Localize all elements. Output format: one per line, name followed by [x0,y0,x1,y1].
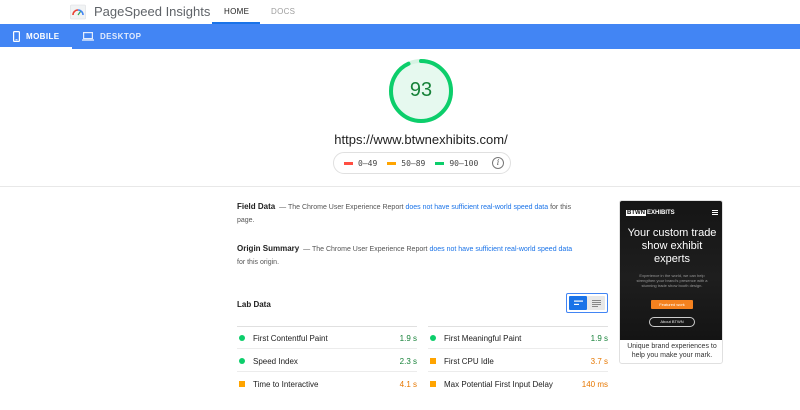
device-tab-bar: MOBILE DESKTOP [0,24,800,49]
top-header: PageSpeed Insights HOME DOCS [0,0,800,24]
legend-fail: 0–49 [344,159,377,168]
origin-summary-text-end: for this origin. [237,259,280,266]
phone-screenshot: BTWN EXHIBITS Your custom trade show exhi… [620,201,722,340]
pass-indicator-icon [239,335,245,341]
tab-desktop[interactable]: DESKTOP [82,24,141,49]
detail-view-button[interactable] [587,296,605,310]
average-indicator-icon [239,381,245,387]
preview-hero-heading: Your custom trade show exhibit experts [627,227,717,265]
summary-view-icon [573,300,583,305]
preview-about-button: About BTWN [649,317,695,327]
metric-row-divider [428,371,608,372]
average-indicator-icon [430,358,436,364]
lab-data-title: Lab Data [237,300,271,309]
field-data-title: Field Data [237,202,276,211]
detail-view-icon [591,299,601,307]
nav-tab-docs[interactable]: DOCS [271,7,295,16]
legend-pass-label: 90–100 [449,158,479,168]
page-screenshot-preview: BTWN EXHIBITS Your custom trade show exhi… [619,200,723,364]
metric-value: 1.9 s [399,333,417,343]
metric-value: 4.1 s [399,379,417,389]
metric-time-to-interactive: Time to Interactive 4.1 s [239,377,417,391]
metric-first-cpu-idle: First CPU Idle 3.7 s [430,354,608,368]
pagespeed-logo-icon[interactable] [70,4,86,20]
pass-indicator-icon [430,335,436,341]
legend-average-swatch [387,161,397,165]
metric-row-divider [237,348,417,349]
legend-fail-swatch [344,161,353,165]
preview-caption: Unique brand experiences to help you mak… [627,343,717,359]
tab-desktop-label: DESKTOP [100,32,142,41]
nav-tab-home[interactable]: HOME [224,7,249,16]
laptop-icon [82,32,94,41]
metric-value: 1.9 s [590,333,608,343]
summary-view-button[interactable] [569,296,587,310]
btwn-logo: BTWN EXHIBITS [626,210,675,216]
btwn-logo-box: BTWN [626,210,646,216]
field-data-link[interactable]: does not have sufficient real-world spee… [405,204,548,211]
origin-summary-text: — The Chrome User Experience Report [303,246,428,253]
app-title[interactable]: PageSpeed Insights [94,4,210,19]
origin-summary-link[interactable]: does not have sufficient real-world spee… [429,246,572,253]
metric-row-divider [237,371,417,372]
legend-average: 50–89 [387,159,425,168]
btwn-logo-text: EXHIBITS [647,210,675,216]
pass-indicator-icon [239,358,245,364]
origin-summary-section: Origin Summary — The Chrome User Experie… [237,242,577,269]
origin-summary-title: Origin Summary [237,244,300,253]
metric-label: First Meaningful Paint [444,333,522,343]
legend-average-label: 50–89 [401,158,426,168]
metric-label: Speed Index [253,356,298,366]
device-active-indicator [0,47,72,49]
performance-score: 93 [409,79,433,101]
lab-rule-right [428,326,608,327]
score-legend: 0–49 50–89 90–100 i [333,152,511,174]
hamburger-menu-icon [712,210,718,215]
metric-label: First Contentful Paint [253,333,328,343]
average-indicator-icon [430,381,436,387]
metric-first-contentful-paint: First Contentful Paint 1.9 s [239,331,417,345]
info-icon[interactable]: i [492,157,504,169]
field-data-text: — The Chrome User Experience Report [279,204,404,211]
lab-rule-left [237,326,417,327]
section-divider [0,186,800,187]
preview-hero-subtext: Experience in the world, we can help str… [636,273,708,288]
metric-max-potential-fid: Max Potential First Input Delay 140 ms [430,377,608,391]
metrics-view-toggle [566,293,608,313]
metric-label: Max Potential First Input Delay [444,379,553,389]
legend-pass-swatch [435,161,445,165]
metric-value: 3.7 s [590,356,608,366]
metric-label: Time to Interactive [253,379,319,389]
field-data-section: Field Data — The Chrome User Experience … [237,200,577,227]
metric-value: 2.3 s [399,356,417,366]
metric-row-divider [428,348,608,349]
tab-mobile[interactable]: MOBILE [13,24,60,49]
phone-icon [13,31,20,42]
tab-mobile-label: MOBILE [26,32,60,41]
metric-first-meaningful-paint: First Meaningful Paint 1.9 s [430,331,608,345]
legend-pass: 90–100 [435,159,478,168]
metric-label: First CPU Idle [444,356,494,366]
legend-fail-label: 0–49 [358,158,378,168]
metric-value: 140 ms [581,379,608,389]
tested-url: https://www.btwnexhibits.com/ [334,132,508,147]
metric-speed-index: Speed Index 2.3 s [239,354,417,368]
preview-cta-button: Featured work [651,300,693,309]
